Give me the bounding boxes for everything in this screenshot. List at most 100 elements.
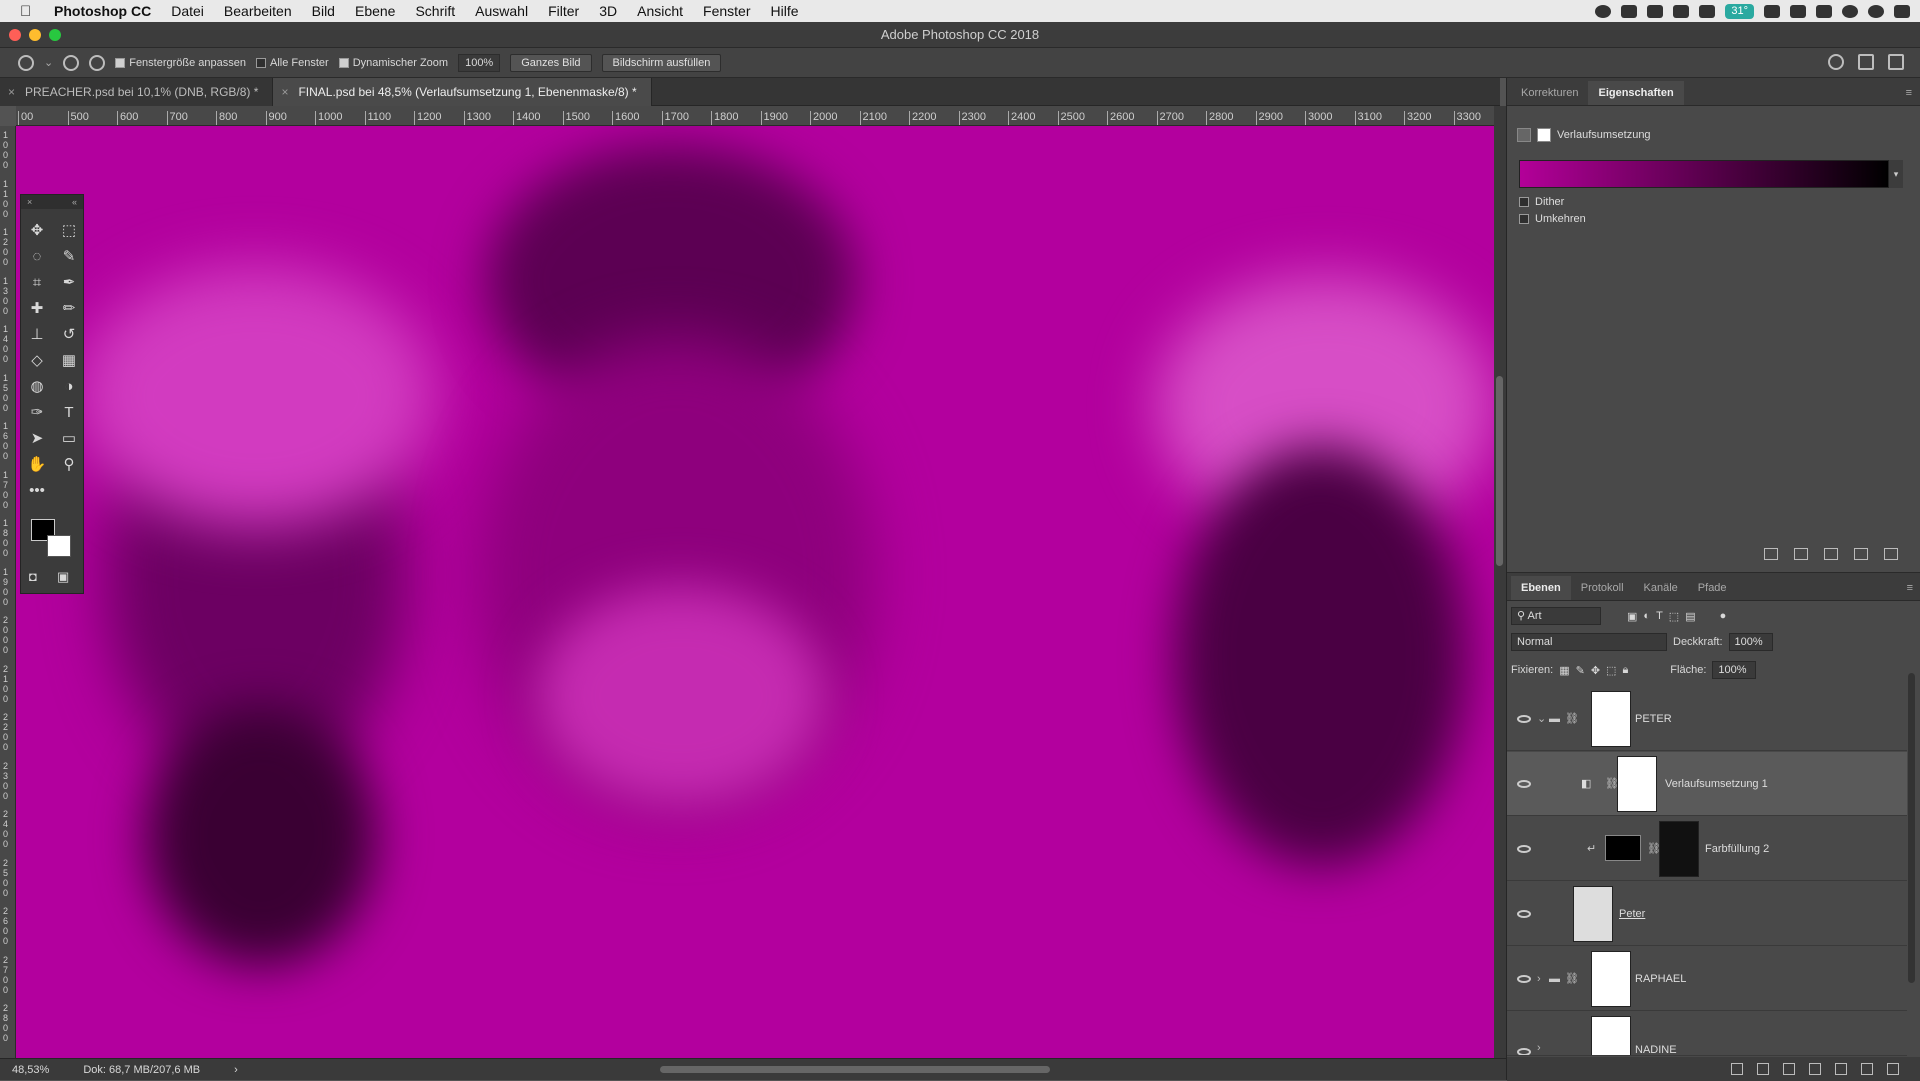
lock-position-icon[interactable]: ✥ bbox=[1591, 664, 1600, 677]
eye-icon[interactable] bbox=[1517, 779, 1531, 788]
marquee-tool-icon[interactable]: ⬚ bbox=[53, 217, 85, 243]
share-icon[interactable] bbox=[1888, 54, 1904, 70]
zoom-in-icon[interactable] bbox=[63, 54, 80, 71]
history-brush-icon[interactable]: ↺ bbox=[53, 321, 85, 347]
blend-mode-select[interactable]: Normal bbox=[1511, 633, 1667, 651]
new-layer-icon[interactable] bbox=[1861, 1063, 1873, 1075]
layer-row-peter[interactable]: Peter bbox=[1507, 882, 1907, 946]
dodge-tool-icon[interactable]: ◑ bbox=[53, 373, 85, 399]
eraser-tool-icon[interactable]: ◇ bbox=[21, 347, 53, 373]
canvas-vertical-scrollbar[interactable] bbox=[1494, 106, 1506, 1058]
gradient-picker[interactable] bbox=[1519, 160, 1889, 188]
crop-tool-icon[interactable]: ⌗ bbox=[21, 269, 53, 295]
brush-tool-icon[interactable]: ✏ bbox=[53, 295, 85, 321]
menu-3d[interactable]: 3D bbox=[599, 3, 617, 19]
menu-filter[interactable]: Filter bbox=[548, 3, 579, 19]
doc-tab-preacher[interactable]: × PREACHER.psd bei 10,1% (DNB, RGB/8) * bbox=[0, 78, 274, 106]
layer-mask-thumb[interactable] bbox=[1591, 1016, 1631, 1055]
dynamic-zoom-checkbox[interactable]: Dynamischer Zoom bbox=[338, 57, 448, 69]
tab-pfade[interactable]: Pfade bbox=[1688, 576, 1737, 600]
menu-hilfe[interactable]: Hilfe bbox=[771, 3, 799, 19]
lock-transparent-icon[interactable]: ▦ bbox=[1559, 664, 1569, 677]
layer-name[interactable]: Peter bbox=[1619, 908, 1645, 920]
filter-toggle-icon[interactable]: ● bbox=[1720, 610, 1727, 622]
lock-image-icon[interactable]: ✎ bbox=[1576, 664, 1585, 677]
notification-icon[interactable] bbox=[1894, 4, 1910, 18]
fx-icon[interactable] bbox=[1757, 1063, 1769, 1075]
layer-mask-thumb[interactable] bbox=[1591, 951, 1631, 1007]
siri-icon[interactable] bbox=[1868, 4, 1884, 18]
gradient-tool-icon[interactable]: ▦ bbox=[53, 347, 85, 373]
layer-name[interactable]: NADINE bbox=[1635, 1044, 1677, 1055]
layer-row-farbfuellung[interactable]: ↵ ⛓ Farbfüllung 2 bbox=[1507, 817, 1907, 881]
adjustment-icon[interactable] bbox=[1517, 128, 1531, 142]
move-tool-icon[interactable]: ✥ bbox=[21, 217, 53, 243]
all-windows-checkbox[interactable]: Alle Fenster bbox=[256, 57, 329, 69]
blur-tool-icon[interactable]: ◍ bbox=[21, 373, 53, 399]
zoom-tool-icon[interactable] bbox=[18, 54, 34, 71]
new-adjustment-icon[interactable] bbox=[1809, 1063, 1821, 1075]
mask-icon[interactable] bbox=[1537, 128, 1551, 142]
display-icon[interactable] bbox=[1621, 4, 1638, 18]
type-tool-icon[interactable]: T bbox=[53, 399, 85, 425]
pen-tool-icon[interactable]: ✑ bbox=[21, 399, 53, 425]
close-panel-icon[interactable]: × bbox=[27, 195, 32, 209]
layer-filter-select[interactable]: ⚲ Art bbox=[1511, 607, 1601, 625]
temperature-badge[interactable]: 31° bbox=[1725, 3, 1754, 19]
menu-ebene[interactable]: Ebene bbox=[355, 3, 395, 19]
airplay-icon[interactable] bbox=[1790, 4, 1806, 18]
canvas-horizontal-scroll-thumb[interactable] bbox=[660, 1066, 1050, 1073]
layer-row-verlaufsumsetzung[interactable]: ◧ ⛓ Verlaufsumsetzung 1 bbox=[1507, 752, 1907, 816]
screen-mode-icon[interactable]: ▣ bbox=[57, 569, 69, 585]
filter-shape-icon[interactable]: ⬚ bbox=[1669, 610, 1679, 623]
adobe-cc-icon[interactable] bbox=[1699, 4, 1716, 18]
layer-name[interactable]: Farbfüllung 2 bbox=[1705, 843, 1769, 855]
clip-to-layer-icon[interactable] bbox=[1764, 548, 1778, 560]
lock-artboard-icon[interactable]: ⬚ bbox=[1606, 664, 1616, 677]
cloud-icon[interactable] bbox=[1673, 4, 1690, 18]
layer-mask-thumb[interactable] bbox=[1591, 691, 1631, 747]
panel-menu-icon[interactable]: ≡ bbox=[1906, 87, 1912, 99]
fit-window-checkbox[interactable]: Fenstergröße anpassen bbox=[115, 57, 246, 69]
reset-icon[interactable] bbox=[1824, 548, 1838, 560]
document-canvas[interactable] bbox=[16, 126, 1494, 1058]
workspace-icon[interactable] bbox=[1858, 54, 1874, 70]
battery-icon[interactable] bbox=[1816, 4, 1832, 18]
search-icon[interactable] bbox=[1842, 4, 1858, 18]
layer-name[interactable]: PETER bbox=[1635, 713, 1672, 725]
layer-name[interactable]: Verlaufsumsetzung 1 bbox=[1665, 778, 1768, 790]
dropbox-icon[interactable] bbox=[1647, 4, 1664, 18]
link-layers-icon[interactable] bbox=[1731, 1063, 1743, 1075]
delete-icon[interactable] bbox=[1884, 548, 1898, 560]
healing-brush-icon[interactable]: ✚ bbox=[21, 295, 53, 321]
zoom-tool-icon[interactable]: ⚲ bbox=[53, 451, 85, 477]
ruler-vertical[interactable]: 1000 1100 1200 1300 1400 1500 1600 1700 1800 1900… bbox=[0, 126, 16, 1058]
hand-tool-icon[interactable]: ✋ bbox=[21, 451, 53, 477]
layer-row-raphael-group[interactable]: › ▬ ⛓ RAPHAEL bbox=[1507, 947, 1907, 1011]
lock-all-icon[interactable]: 🔒︎ bbox=[1622, 664, 1628, 677]
layer-row-peter-group[interactable]: ⌄ ▬ ⛓ PETER bbox=[1507, 687, 1907, 751]
layer-mask-thumb[interactable] bbox=[1659, 821, 1699, 877]
filter-adjust-icon[interactable]: ◐ bbox=[1643, 610, 1650, 622]
menu-auswahl[interactable]: Auswahl bbox=[475, 3, 528, 19]
apple-icon[interactable]:  bbox=[20, 3, 38, 20]
zoom-window-button[interactable] bbox=[49, 29, 61, 41]
close-window-button[interactable] bbox=[9, 29, 21, 41]
zoom-out-icon[interactable] bbox=[89, 54, 106, 71]
filter-pixel-icon[interactable]: ▣ bbox=[1627, 610, 1637, 623]
search-icon[interactable] bbox=[1828, 54, 1844, 70]
layer-row-nadine-group[interactable]: › NADINE bbox=[1507, 1012, 1907, 1056]
quick-select-tool-icon[interactable]: ✎ bbox=[53, 243, 85, 269]
eye-icon[interactable] bbox=[1517, 974, 1531, 983]
zoom-readout[interactable]: 48,53% bbox=[12, 1064, 49, 1076]
minimize-window-button[interactable] bbox=[29, 29, 41, 41]
status-menu-chevron-icon[interactable]: › bbox=[234, 1064, 238, 1076]
layer-mask-thumb[interactable] bbox=[1617, 756, 1657, 812]
menu-fenster[interactable]: Fenster bbox=[703, 3, 750, 19]
menu-bild[interactable]: Bild bbox=[312, 3, 335, 19]
filter-smart-icon[interactable]: ▤ bbox=[1685, 610, 1695, 623]
eye-icon[interactable] bbox=[1517, 714, 1531, 723]
dither-checkbox[interactable]: Dither bbox=[1519, 196, 1564, 208]
rectangle-tool-icon[interactable]: ▭ bbox=[53, 425, 85, 451]
scroll-thumb[interactable] bbox=[1496, 376, 1503, 566]
